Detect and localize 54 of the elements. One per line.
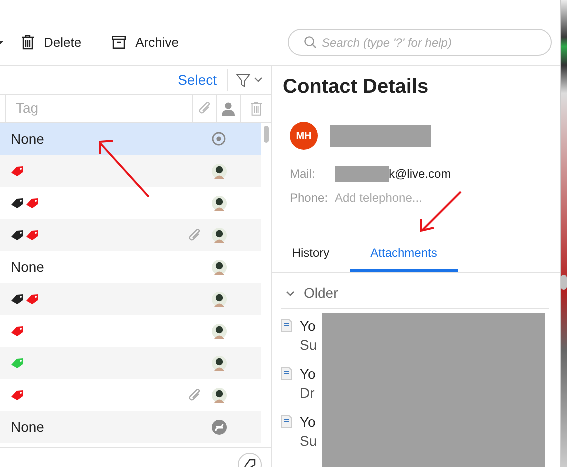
panel-title: Contact Details: [283, 75, 430, 99]
document-icon: [281, 319, 292, 332]
filter-icon[interactable]: [236, 72, 251, 88]
avatar-icon: [212, 228, 227, 242]
phone-field[interactable]: Add telephone...: [335, 189, 485, 207]
avatar-icon: [212, 388, 227, 402]
swirl-icon: [212, 420, 227, 434]
search-icon: [304, 36, 317, 49]
chevron-down-icon[interactable]: [254, 77, 263, 83]
list-row[interactable]: [0, 155, 262, 187]
attachment-title[interactable]: Yo: [300, 413, 318, 432]
contact-avatar: MH: [290, 122, 318, 150]
tab[interactable]: Attachments: [350, 236, 458, 272]
avatar-icon: [212, 260, 227, 274]
avatar-icon: [212, 164, 227, 178]
delete-button[interactable]: Delete: [22, 32, 82, 52]
redaction-block: [335, 166, 389, 182]
caret-icon[interactable]: [0, 40, 4, 45]
attachment-title[interactable]: Yo: [300, 317, 318, 336]
scrollbar-thumb[interactable]: [264, 126, 270, 143]
avatar-icon: [212, 292, 227, 306]
attachment-subtitle: Su: [300, 432, 318, 451]
tag-icon: [244, 458, 256, 467]
tag-label: None: [11, 258, 44, 276]
attachment-subtitle: Su: [300, 336, 318, 355]
search-field[interactable]: Search (type '?' for help): [288, 29, 552, 56]
paperclip-icon: [198, 101, 212, 116]
scrollbar-thumb[interactable]: [561, 275, 567, 290]
trash-icon: [22, 35, 34, 50]
document-icon: [281, 415, 292, 428]
group-header[interactable]: Older: [304, 283, 338, 304]
list-row[interactable]: None: [0, 123, 262, 155]
target-icon: [212, 132, 226, 146]
tag-label: None: [11, 418, 44, 436]
tag-label: None: [11, 130, 44, 148]
person-icon: [222, 102, 235, 116]
tab[interactable]: History: [272, 236, 350, 272]
attachment-title[interactable]: Yo: [300, 365, 316, 384]
list-row[interactable]: [0, 219, 262, 251]
field-label: Phone:: [290, 190, 330, 207]
avatar-icon: [212, 196, 227, 210]
list-row[interactable]: [0, 283, 262, 315]
list-row[interactable]: None: [0, 411, 262, 443]
avatar-icon: [212, 356, 227, 370]
email-value[interactable]: k@live.com: [389, 165, 452, 183]
archive-icon: [112, 36, 126, 49]
attachment-subtitle: Dr: [300, 384, 316, 403]
field-label: Mail:: [290, 166, 316, 183]
document-icon: [281, 367, 292, 380]
trash-icon: [250, 102, 262, 116]
avatar-icon: [212, 324, 227, 338]
chevron-down-icon[interactable]: [286, 290, 295, 296]
select-button[interactable]: Select: [178, 70, 217, 90]
archive-button[interactable]: Archive: [112, 32, 179, 52]
